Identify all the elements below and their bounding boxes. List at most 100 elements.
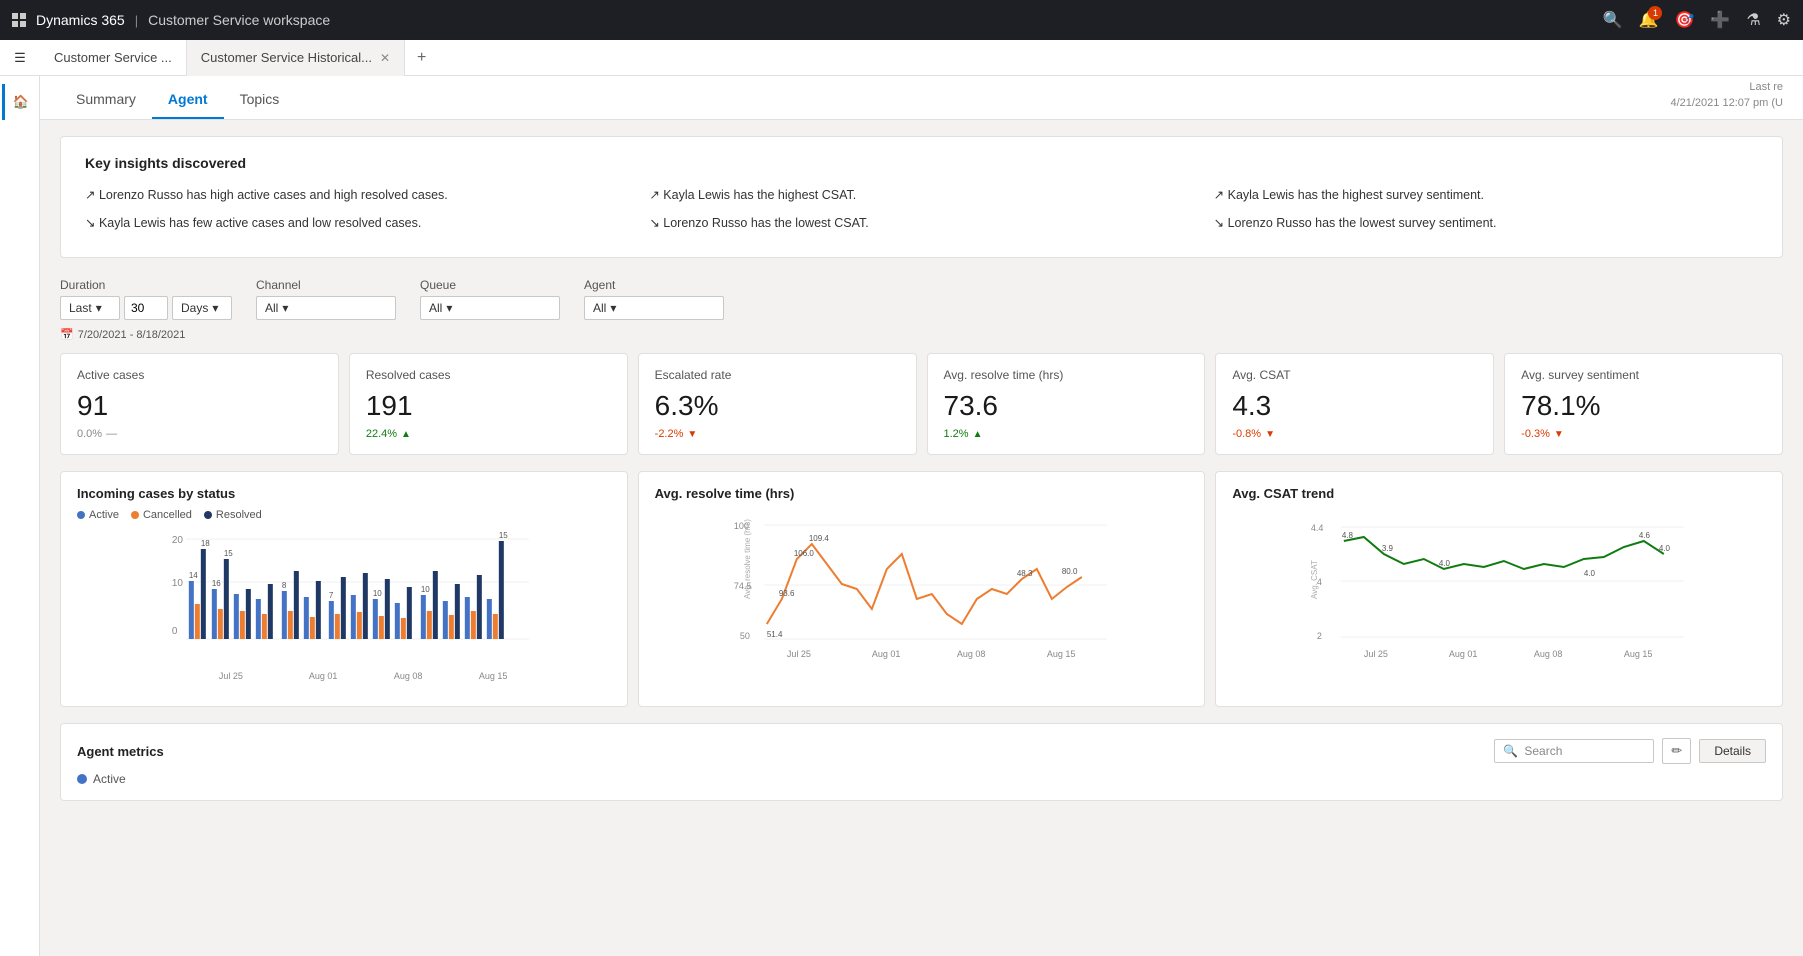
workspace-title: Customer Service workspace xyxy=(148,12,330,28)
kpi-avg-resolve: Avg. resolve time (hrs) 73.6 1.2% ▲ xyxy=(927,353,1206,455)
apps-icon[interactable] xyxy=(12,13,26,27)
last-refresh-label: Last re xyxy=(1670,80,1783,95)
duration-unit-select[interactable]: Days ▾ xyxy=(172,296,232,320)
svg-text:4.0: 4.0 xyxy=(1659,544,1671,553)
svg-text:Aug 01: Aug 01 xyxy=(871,649,900,659)
avg-csat-title: Avg. CSAT trend xyxy=(1232,486,1766,501)
svg-text:7: 7 xyxy=(329,591,334,600)
kpi-value-2: 6.3% xyxy=(655,390,900,422)
kpi-change-2: -2.2% ▼ xyxy=(655,428,900,440)
edit-columns-button[interactable]: ✏ xyxy=(1662,738,1691,764)
svg-text:15: 15 xyxy=(499,531,508,540)
insight-item-0: Lorenzo Russo has high active cases and … xyxy=(85,185,629,205)
agent-metrics-title: Agent metrics xyxy=(77,744,164,759)
svg-text:Aug 08: Aug 08 xyxy=(956,649,985,659)
brand-name: Dynamics 365 xyxy=(36,12,125,28)
kpi-change-3: 1.2% ▲ xyxy=(944,428,1189,440)
target-icon[interactable]: 🎯 xyxy=(1674,10,1694,30)
details-button[interactable]: Details xyxy=(1699,739,1766,763)
svg-text:93.6: 93.6 xyxy=(778,589,794,598)
tab-close-historical[interactable]: ✕ xyxy=(380,51,390,65)
filter-icon[interactable]: ⚗ xyxy=(1746,10,1760,30)
kpi-active-cases: Active cases 91 0.0% — xyxy=(60,353,339,455)
agent-search-box[interactable]: 🔍 Search xyxy=(1494,739,1654,763)
avg-csat-svg: 4.4 4 2 Avg. CSAT Jul 25 Aug 01 Aug 08 xyxy=(1232,509,1766,679)
kpi-resolved-cases: Resolved cases 191 22.4% ▲ xyxy=(349,353,628,455)
kpi-indicator-0: — xyxy=(106,428,117,440)
svg-text:3.9: 3.9 xyxy=(1382,544,1394,553)
svg-text:18: 18 xyxy=(201,539,210,548)
svg-text:20: 20 xyxy=(172,535,184,546)
incoming-cases-chart: Incoming cases by status Active Cancelle… xyxy=(60,471,628,707)
kpi-label-2: Escalated rate xyxy=(655,368,900,382)
tab-bar: ☰ Customer Service ... Customer Service … xyxy=(0,40,1803,76)
agent-select[interactable]: All ▾ xyxy=(584,296,724,320)
tab-summary[interactable]: Summary xyxy=(60,91,152,119)
kpi-label-1: Resolved cases xyxy=(366,368,611,382)
active-dot xyxy=(77,774,87,784)
hamburger-menu[interactable]: ☰ xyxy=(0,40,40,76)
tab-agent[interactable]: Agent xyxy=(152,91,224,119)
add-icon[interactable]: ➕ xyxy=(1710,10,1730,30)
settings-icon[interactable]: ⚙ xyxy=(1777,10,1791,30)
svg-text:4.4: 4.4 xyxy=(1311,523,1324,533)
tab-label-customer-service: Customer Service ... xyxy=(54,50,172,65)
insights-card: Key insights discovered Lorenzo Russo ha… xyxy=(60,136,1783,258)
insights-title: Key insights discovered xyxy=(85,155,1758,171)
svg-text:4.8: 4.8 xyxy=(1342,531,1354,540)
duration-type-select[interactable]: Last ▾ xyxy=(60,296,120,320)
legend-active: Active xyxy=(77,509,119,521)
svg-text:51.4: 51.4 xyxy=(766,630,782,639)
kpi-label-3: Avg. resolve time (hrs) xyxy=(944,368,1189,382)
sidebar: 🏠 xyxy=(0,76,40,956)
incoming-cases-legend: Active Cancelled Resolved xyxy=(77,509,611,521)
avg-csat-trend-chart: Avg. CSAT trend 4.4 4 2 Avg. CSAT Jul xyxy=(1215,471,1783,707)
incoming-cases-title: Incoming cases by status xyxy=(77,486,611,501)
queue-select[interactable]: All ▾ xyxy=(420,296,560,320)
insights-grid: Lorenzo Russo has high active cases and … xyxy=(85,185,1758,233)
svg-text:50: 50 xyxy=(739,631,749,641)
search-icon[interactable]: 🔍 xyxy=(1603,10,1623,30)
channel-select[interactable]: All ▾ xyxy=(256,296,396,320)
svg-text:10: 10 xyxy=(421,585,430,594)
svg-text:8: 8 xyxy=(282,581,287,590)
notifications-icon[interactable]: 🔔1 xyxy=(1639,10,1659,30)
duration-filter: Duration Last ▾ Days ▾ 📅 7/20/2021 - 8/1… xyxy=(60,278,232,341)
separator: | xyxy=(135,13,138,28)
duration-amount-input[interactable] xyxy=(124,296,168,320)
tab-add-button[interactable]: + xyxy=(405,49,438,67)
svg-text:Aug 15: Aug 15 xyxy=(1624,649,1653,659)
svg-text:16: 16 xyxy=(212,579,221,588)
filters-row: Duration Last ▾ Days ▾ 📅 7/20/2021 - 8/1… xyxy=(60,278,1783,341)
svg-text:4.0: 4.0 xyxy=(1439,559,1451,568)
kpi-value-1: 191 xyxy=(366,390,611,422)
kpi-label-4: Avg. CSAT xyxy=(1232,368,1477,382)
svg-text:Jul 25: Jul 25 xyxy=(1364,649,1388,659)
svg-text:15: 15 xyxy=(224,549,233,558)
tab-customer-service[interactable]: Customer Service ... xyxy=(40,40,187,76)
insight-item-3: Kayla Lewis has few active cases and low… xyxy=(85,213,629,233)
svg-text:10: 10 xyxy=(172,578,184,589)
kpi-change-1: 22.4% ▲ xyxy=(366,428,611,440)
svg-text:4.0: 4.0 xyxy=(1584,569,1596,578)
notification-badge: 1 xyxy=(1648,6,1662,20)
avg-resolve-title: Avg. resolve time (hrs) xyxy=(655,486,1189,501)
legend-dot-active xyxy=(77,511,85,519)
kpi-value-4: 4.3 xyxy=(1232,390,1477,422)
last-refresh-time: 4/21/2021 12:07 pm (U xyxy=(1670,96,1783,111)
svg-text:Aug 01: Aug 01 xyxy=(1449,649,1478,659)
svg-text:Aug 08: Aug 08 xyxy=(1534,649,1563,659)
avg-resolve-time-chart: Avg. resolve time (hrs) 100 74.5 50 Avg.… xyxy=(638,471,1206,707)
kpi-escalated-rate: Escalated rate 6.3% -2.2% ▼ xyxy=(638,353,917,455)
sidebar-home-icon[interactable]: 🏠 xyxy=(2,84,38,120)
svg-text:Aug 01: Aug 01 xyxy=(309,671,338,681)
avg-resolve-svg: 100 74.5 50 Avg. resolve time (hrs) Jul … xyxy=(655,509,1189,679)
incoming-cases-svg: 20 10 0 Jul 25 Aug 01 Aug 08 Aug 15 xyxy=(77,529,611,689)
tab-topics[interactable]: Topics xyxy=(224,91,296,119)
svg-text:Avg. resolve time (hrs): Avg. resolve time (hrs) xyxy=(742,519,751,599)
tab-historical[interactable]: Customer Service Historical... ✕ xyxy=(187,40,405,76)
queue-filter: Queue All ▾ xyxy=(420,278,560,320)
agent-filter: Agent All ▾ xyxy=(584,278,724,320)
kpi-change-5: -0.3% ▼ xyxy=(1521,428,1766,440)
kpi-indicator-2: ▼ xyxy=(687,429,697,440)
